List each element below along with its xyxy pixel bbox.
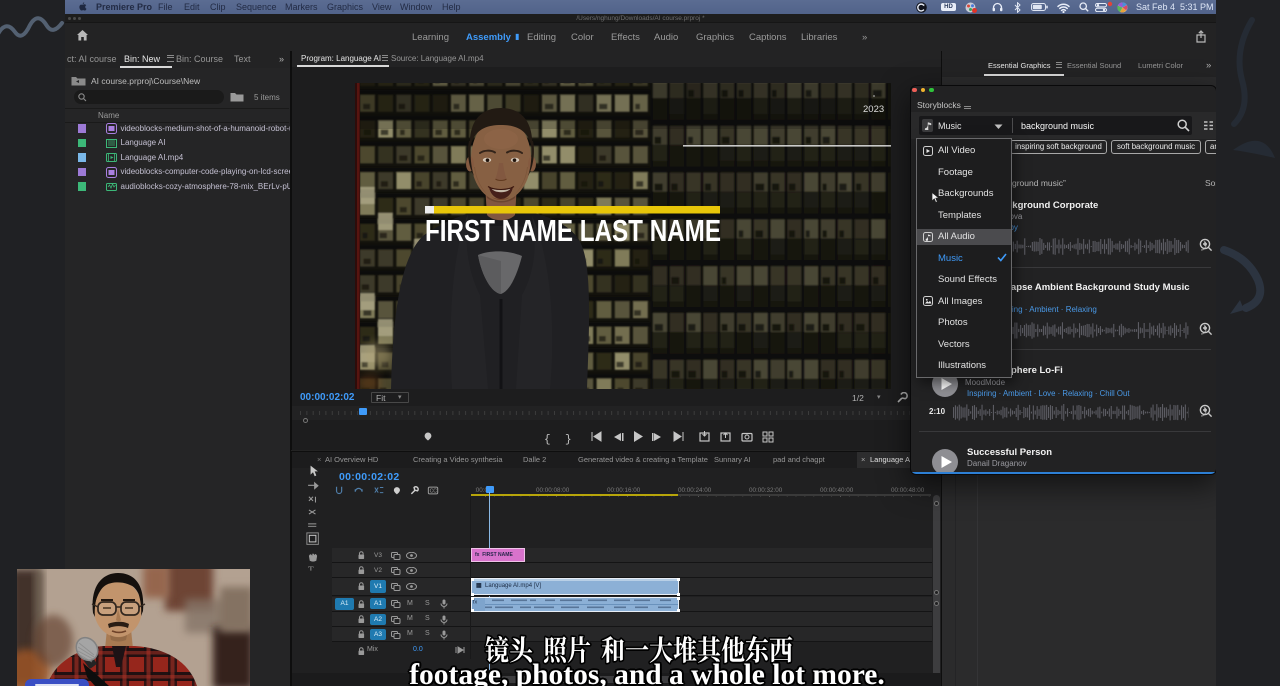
svg-text:CC: CC — [430, 489, 438, 495]
svg-text:{: { — [544, 434, 551, 446]
svg-text:T: T — [308, 565, 314, 571]
svg-text:}: } — [565, 434, 572, 446]
